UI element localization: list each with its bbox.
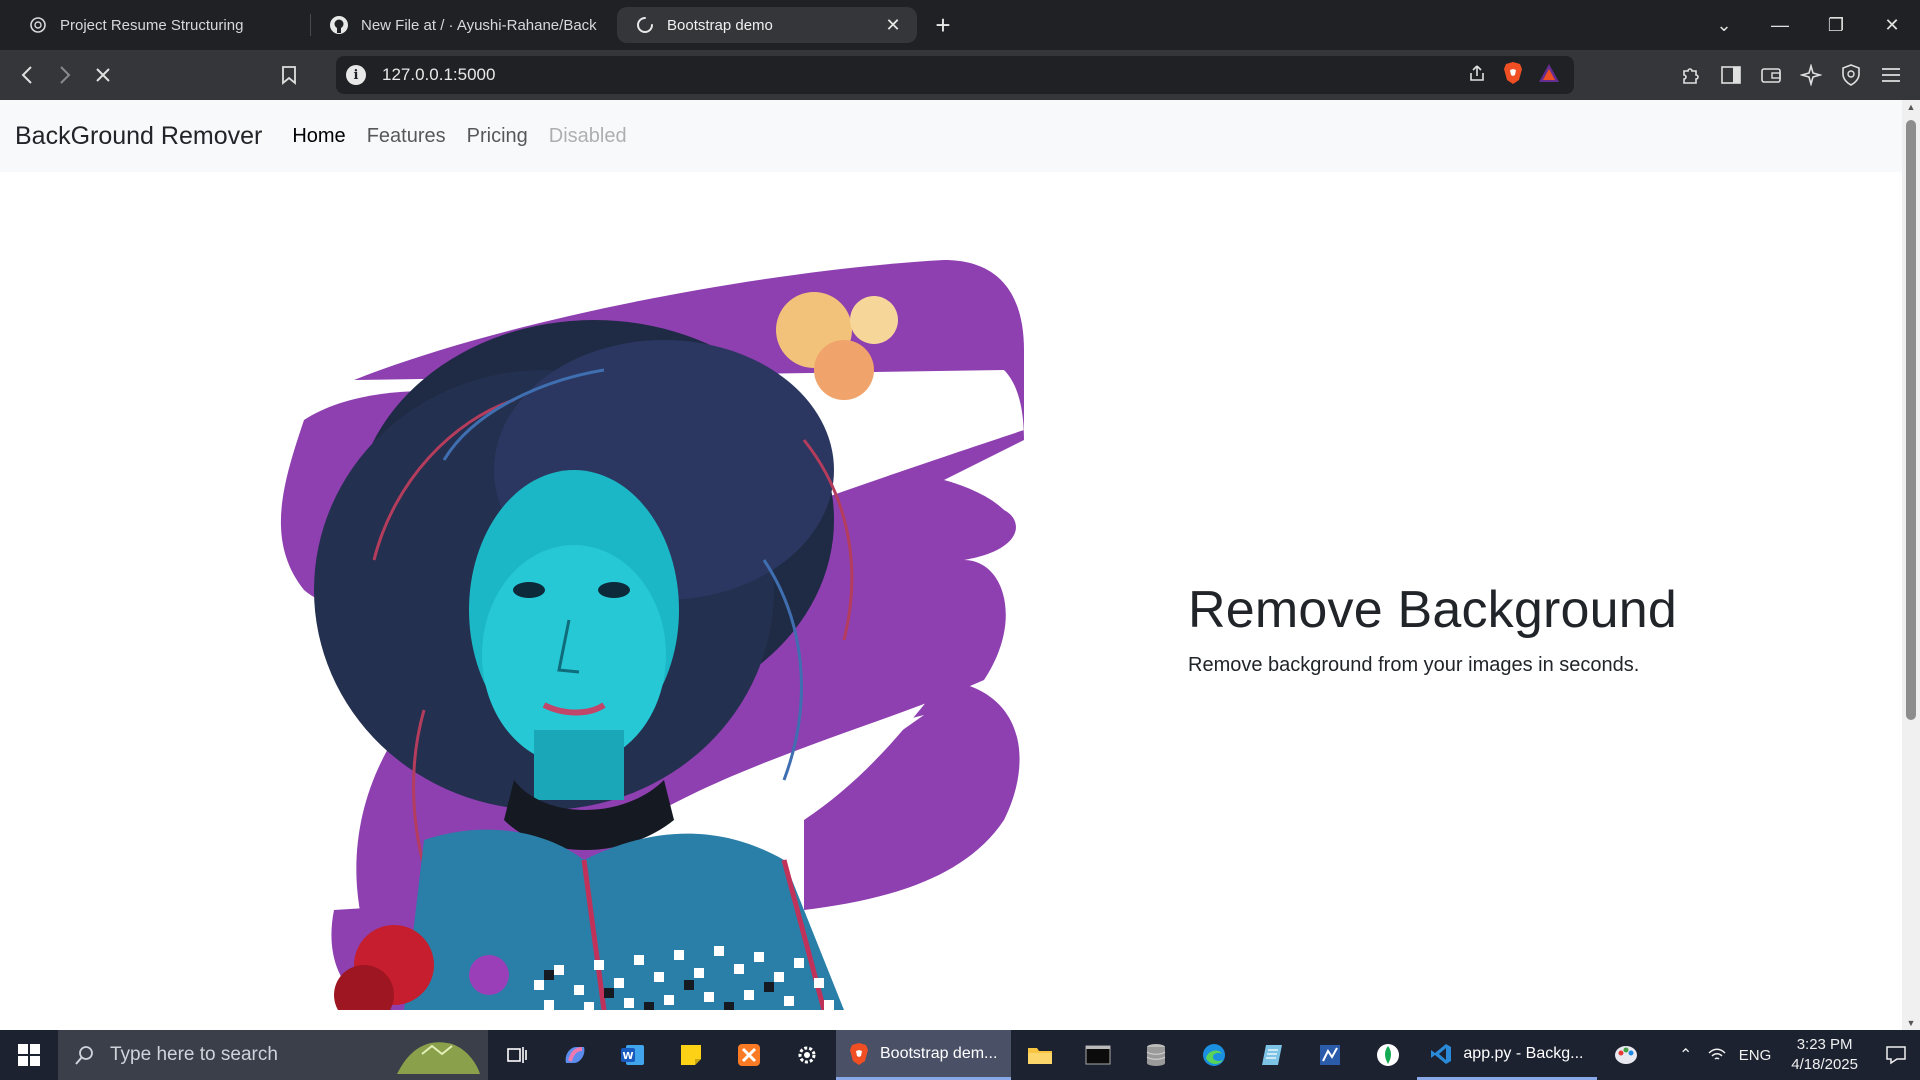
windows-icon [18, 1044, 40, 1066]
browser-tab-strip: Project Resume Structuring New File at /… [0, 0, 1920, 50]
paint-icon[interactable] [1597, 1030, 1655, 1080]
scroll-up-arrow[interactable]: ▲ [1906, 102, 1916, 112]
xampp-icon[interactable] [720, 1030, 778, 1080]
nav-home[interactable]: Home [292, 125, 345, 148]
word-icon[interactable]: W [604, 1030, 662, 1080]
wifi-icon[interactable] [1701, 1047, 1733, 1063]
task-view-icon[interactable] [488, 1030, 546, 1080]
notification-center-icon[interactable] [1872, 1045, 1920, 1065]
sidebar-icon[interactable] [1712, 56, 1750, 94]
clock[interactable]: 3:23 PM 4/18/2025 [1791, 1035, 1858, 1075]
system-tray: ⌃ ENG 3:23 PM 4/18/2025 [1671, 1030, 1920, 1080]
nav-pricing[interactable]: Pricing [467, 125, 528, 148]
screen: Project Resume Structuring New File at /… [0, 0, 1920, 1080]
search-highlight-icon [397, 1042, 480, 1074]
sticky-notes-icon[interactable] [662, 1030, 720, 1080]
address-url[interactable]: 127.0.0.1:5000 [382, 65, 1468, 85]
search-icon [75, 1046, 93, 1065]
bookmark-icon[interactable] [270, 56, 308, 94]
openai-icon [28, 15, 48, 35]
tab-title: New File at / · Ayushi-Rahane/Backg [361, 16, 597, 34]
web-page: BackGround Remover Home Features Pricing… [0, 100, 1902, 1030]
toolbar-extensions [1672, 56, 1910, 94]
edge-icon[interactable] [1185, 1030, 1243, 1080]
tab-bootstrap-demo[interactable]: Bootstrap demo ✕ [617, 7, 917, 43]
taskbar-search[interactable]: Type here to search [58, 1030, 488, 1080]
nav-features[interactable]: Features [367, 125, 446, 148]
scrollbar-thumb[interactable] [1906, 120, 1916, 720]
address-bar[interactable]: i 127.0.0.1:5000 [336, 56, 1574, 94]
search-placeholder: Type here to search [110, 1044, 278, 1065]
terminal-icon[interactable] [1069, 1030, 1127, 1080]
settings-gear-icon[interactable] [778, 1030, 836, 1080]
database-icon[interactable] [1127, 1030, 1185, 1080]
copilot-icon[interactable] [546, 1030, 604, 1080]
brave-rewards-icon[interactable] [1538, 63, 1560, 88]
minimize-button[interactable]: — [1752, 0, 1808, 50]
close-tab-icon[interactable]: ✕ [883, 15, 903, 36]
brave-icon [850, 1042, 868, 1065]
nav-disabled: Disabled [548, 124, 627, 147]
window-controls: ⌄ — ❐ ✕ [1696, 0, 1920, 50]
windows-taskbar: Type here to search W Bootstrap dem... a… [0, 1030, 1920, 1080]
hero-image [280, 260, 1024, 1010]
clock-date: 4/18/2025 [1791, 1056, 1858, 1073]
wallet-icon[interactable] [1752, 56, 1790, 94]
new-tab-button[interactable]: + [923, 7, 963, 43]
start-button[interactable] [0, 1030, 58, 1080]
browser-toolbar: i 127.0.0.1:5000 [0, 50, 1920, 100]
tab-github[interactable]: New File at / · Ayushi-Rahane/Backg [311, 7, 611, 43]
taskbar-app-label: Bootstrap dem... [880, 1044, 998, 1062]
taskbar-app-label: app.py - Backg... [1463, 1044, 1584, 1062]
menu-icon[interactable] [1872, 56, 1910, 94]
tab-title: Project Resume Structuring [60, 16, 244, 34]
stop-loading-button[interactable] [84, 56, 122, 94]
taskbar-brave-browser[interactable]: Bootstrap dem... [836, 1030, 1012, 1080]
restore-button[interactable]: ❐ [1808, 0, 1864, 50]
clock-time: 3:23 PM [1796, 1036, 1853, 1053]
forward-button[interactable] [46, 56, 84, 94]
omnibox-actions [1468, 61, 1560, 90]
brave-shields-icon[interactable] [1502, 61, 1524, 90]
tray-chevron-up-icon[interactable]: ⌃ [1671, 1045, 1701, 1065]
back-button[interactable] [8, 56, 46, 94]
loading-icon [635, 15, 655, 35]
tab-search-icon[interactable]: ⌄ [1696, 0, 1752, 50]
leo-ai-icon[interactable] [1792, 56, 1830, 94]
tab-title: Bootstrap demo [667, 16, 773, 34]
language-indicator[interactable]: ENG [1739, 1047, 1772, 1064]
github-icon [329, 15, 349, 35]
mongodb-compass-icon[interactable] [1359, 1030, 1417, 1080]
extensions-puzzle-icon[interactable] [1672, 56, 1710, 94]
site-navbar: BackGround Remover Home Features Pricing… [0, 100, 1902, 172]
svg-text:W: W [622, 1051, 633, 1062]
hero-title: Remove Background [1188, 581, 1677, 639]
scroll-down-arrow[interactable]: ▼ [1906, 1018, 1916, 1028]
close-window-button[interactable]: ✕ [1864, 0, 1920, 50]
ssms-icon[interactable] [1301, 1030, 1359, 1080]
vscode-icon [1431, 1043, 1452, 1064]
tab-project-resume[interactable]: Project Resume Structuring [10, 7, 310, 43]
hero-text-block: Remove Background Remove background from… [1188, 580, 1677, 677]
share-icon[interactable] [1468, 63, 1488, 88]
file-explorer-icon[interactable] [1011, 1030, 1069, 1080]
page-scrollbar[interactable]: ▲ ▼ [1902, 100, 1920, 1030]
site-brand[interactable]: BackGround Remover [15, 122, 262, 151]
notepad-icon[interactable] [1243, 1030, 1301, 1080]
hero-subtitle: Remove background from your images in se… [1188, 654, 1640, 676]
vpn-shield-icon[interactable] [1832, 56, 1870, 94]
site-info-icon[interactable]: i [346, 65, 366, 85]
taskbar-vscode[interactable]: app.py - Backg... [1417, 1030, 1598, 1080]
